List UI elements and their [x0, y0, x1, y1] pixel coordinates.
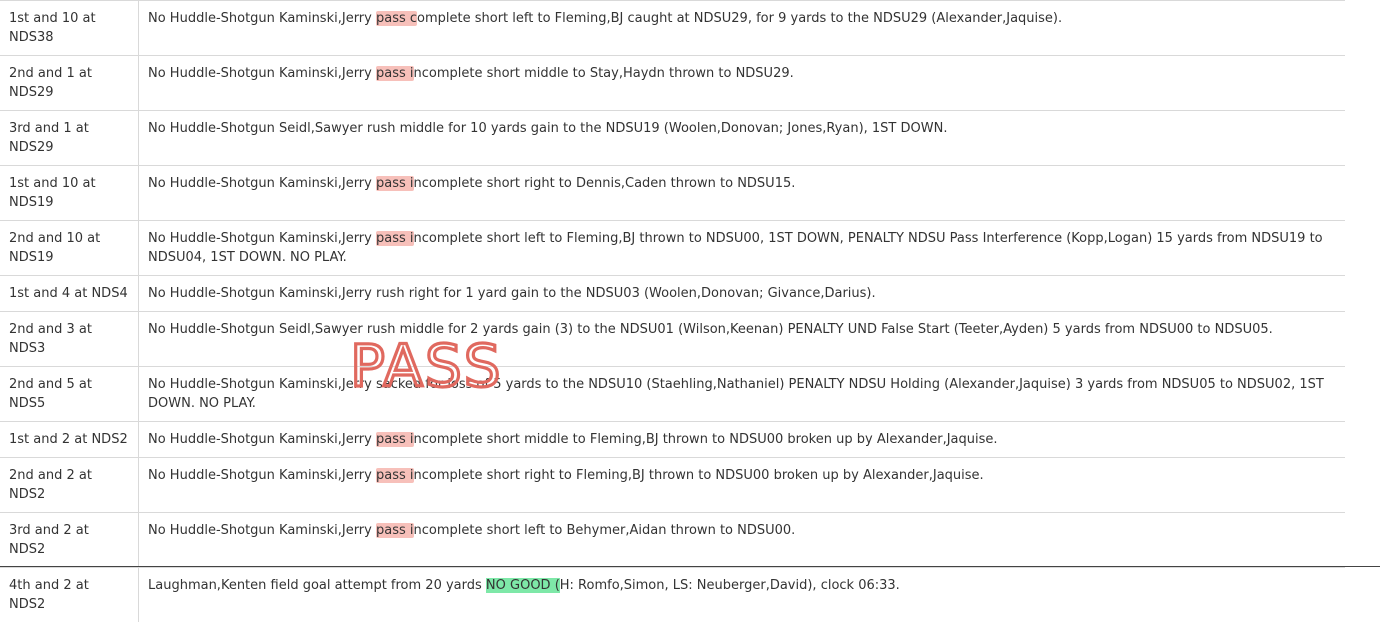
- play-text: No Huddle-Shotgun Kaminski,Jerry: [148, 11, 376, 26]
- play-by-play-body: 1st and 10 at NDS38No Huddle-Shotgun Kam…: [0, 1, 1345, 622]
- play-text: No Huddle-Shotgun Kaminski,Jerry: [148, 66, 376, 81]
- down-distance-cell: 3rd and 2 at NDS2: [0, 513, 139, 568]
- down-distance-cell: 3rd and 1 at NDS29: [0, 111, 139, 166]
- play-description-cell: No Huddle-Shotgun Seidl,Sawyer rush midd…: [139, 312, 1346, 367]
- play-row: 1st and 2 at NDS2No Huddle-Shotgun Kamin…: [0, 422, 1345, 458]
- down-distance-cell: 2nd and 3 at NDS3: [0, 312, 139, 367]
- pass-highlight: pass i: [376, 523, 414, 538]
- pass-highlight: pass i: [376, 176, 414, 191]
- play-text: No Huddle-Shotgun Kaminski,Jerry sacked …: [148, 377, 1324, 411]
- down-distance-cell: 1st and 2 at NDS2: [0, 422, 139, 458]
- pass-highlight: pass i: [376, 468, 414, 483]
- play-description-cell: No Huddle-Shotgun Kaminski,Jerry pass in…: [139, 221, 1346, 276]
- play-row: 1st and 10 at NDS19No Huddle-Shotgun Kam…: [0, 166, 1345, 221]
- play-text: No Huddle-Shotgun Kaminski,Jerry rush ri…: [148, 286, 876, 301]
- play-row: 4th and 2 at NDS2 Laughman,Kenten field g…: [0, 568, 1345, 622]
- play-text: ncomplete short right to Fleming,BJ thro…: [414, 468, 984, 483]
- play-text: No Huddle-Shotgun Seidl,Sawyer rush midd…: [148, 121, 947, 136]
- down-distance-cell: 1st and 4 at NDS4: [0, 276, 139, 312]
- down-distance-cell: 4th and 2 at NDS2: [0, 568, 139, 622]
- play-row: 2nd and 10 at NDS19No Huddle-Shotgun Kam…: [0, 221, 1345, 276]
- pass-highlight: pass i: [376, 432, 414, 447]
- play-row: 2nd and 2 at NDS2No Huddle-Shotgun Kamin…: [0, 458, 1345, 513]
- play-row: 2nd and 5 at NDS5 No Huddle-Shotgun Kamin…: [0, 367, 1345, 422]
- play-row: 3rd and 2 at NDS2No Huddle-Shotgun Kamin…: [0, 513, 1345, 568]
- play-text: ncomplete short left to Behymer,Aidan th…: [414, 523, 796, 538]
- play-text: Laughman,Kenten field goal attempt from …: [148, 578, 486, 593]
- play-description-cell: No Huddle-Shotgun Kaminski,Jerry pass in…: [139, 166, 1346, 221]
- play-description-cell: Laughman,Kenten field goal attempt from …: [139, 568, 1346, 622]
- pass-highlight: pass i: [376, 231, 414, 246]
- bottom-divider: [0, 566, 1380, 567]
- play-text: omplete short left to Fleming,BJ caught …: [417, 11, 1062, 26]
- play-text: No Huddle-Shotgun Kaminski,Jerry: [148, 523, 376, 538]
- play-text: ncomplete short right to Dennis,Caden th…: [414, 176, 796, 191]
- pass-highlight: pass i: [376, 66, 414, 81]
- play-description-cell: No Huddle-Shotgun Kaminski,Jerry pass in…: [139, 56, 1346, 111]
- pass-highlight: pass c: [376, 11, 417, 26]
- play-text: H: Romfo,Simon, LS: Neuberger,David), cl…: [560, 578, 900, 593]
- play-description-cell: No Huddle-Shotgun Kaminski,Jerry pass in…: [139, 458, 1346, 513]
- down-distance-cell: 1st and 10 at NDS38: [0, 1, 139, 56]
- play-description-cell: No Huddle-Shotgun Kaminski,Jerry sacked …: [139, 367, 1346, 422]
- play-text: No Huddle-Shotgun Kaminski,Jerry: [148, 468, 376, 483]
- down-distance-cell: 2nd and 10 at NDS19: [0, 221, 139, 276]
- play-by-play-table: 1st and 10 at NDS38No Huddle-Shotgun Kam…: [0, 0, 1345, 622]
- play-text: ncomplete short middle to Stay,Haydn thr…: [414, 66, 794, 81]
- down-distance-cell: 2nd and 1 at NDS29: [0, 56, 139, 111]
- down-distance-cell: 2nd and 5 at NDS5: [0, 367, 139, 422]
- play-row: 1st and 10 at NDS38No Huddle-Shotgun Kam…: [0, 1, 1345, 56]
- no-good-highlight: NO GOOD (: [486, 578, 560, 593]
- play-text: No Huddle-Shotgun Kaminski,Jerry: [148, 176, 376, 191]
- down-distance-cell: 2nd and 2 at NDS2: [0, 458, 139, 513]
- play-text: No Huddle-Shotgun Seidl,Sawyer rush midd…: [148, 322, 1273, 337]
- play-row: 3rd and 1 at NDS29 No Huddle-Shotgun Seid…: [0, 111, 1345, 166]
- play-description-cell: No Huddle-Shotgun Kaminski,Jerry rush ri…: [139, 276, 1346, 312]
- play-text: No Huddle-Shotgun Kaminski,Jerry: [148, 231, 376, 246]
- play-row: 2nd and 1 at NDS29No Huddle-Shotgun Kami…: [0, 56, 1345, 111]
- play-description-cell: No Huddle-Shotgun Kaminski,Jerry pass co…: [139, 1, 1346, 56]
- play-description-cell: No Huddle-Shotgun Kaminski,Jerry pass in…: [139, 422, 1346, 458]
- play-text: No Huddle-Shotgun Kaminski,Jerry: [148, 432, 376, 447]
- play-description-cell: No Huddle-Shotgun Kaminski,Jerry pass in…: [139, 513, 1346, 568]
- down-distance-cell: 1st and 10 at NDS19: [0, 166, 139, 221]
- play-row: 1st and 4 at NDS4 No Huddle-Shotgun Kamin…: [0, 276, 1345, 312]
- play-row: 2nd and 3 at NDS3 No Huddle-Shotgun Seidl…: [0, 312, 1345, 367]
- play-description-cell: No Huddle-Shotgun Seidl,Sawyer rush midd…: [139, 111, 1346, 166]
- play-text: ncomplete short middle to Fleming,BJ thr…: [414, 432, 998, 447]
